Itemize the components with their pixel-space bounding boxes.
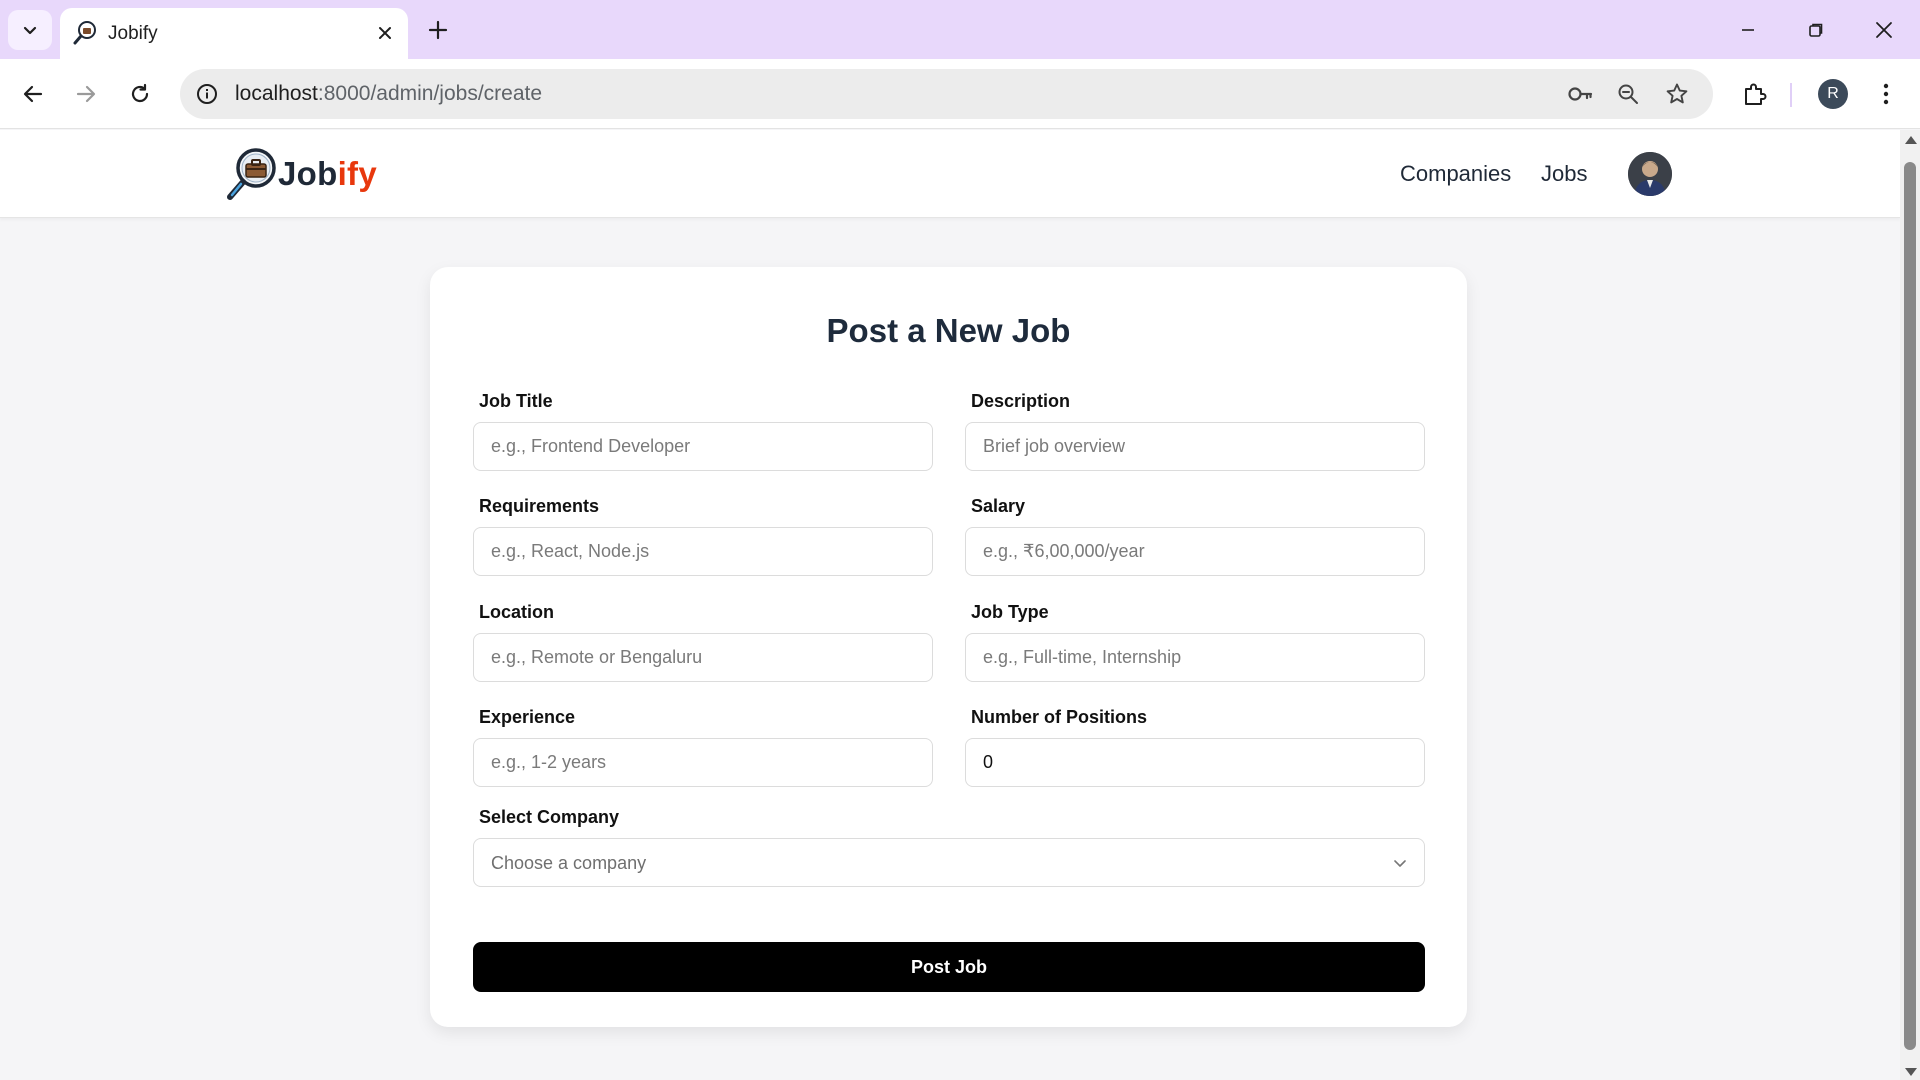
requirements-field: Requirements: [473, 496, 933, 576]
zoom-button[interactable]: [1613, 79, 1643, 109]
requirements-input[interactable]: [473, 527, 933, 576]
user-photo-icon: [1628, 152, 1672, 196]
browser-toolbar: localhost:8000/admin/jobs/create R: [0, 59, 1920, 129]
magnifier-briefcase-icon: [73, 21, 96, 45]
extensions-icon: [1745, 83, 1767, 105]
zoom-icon: [1618, 84, 1638, 104]
bookmark-button[interactable]: [1662, 79, 1692, 109]
tab-title: Jobify: [108, 23, 158, 44]
url-path: :8000/admin/jobs/create: [317, 82, 543, 105]
browser-menu-button[interactable]: [1866, 74, 1906, 114]
window-close-button[interactable]: [1850, 0, 1918, 59]
post-job-card: Post a New Job Job Title Description Req…: [430, 267, 1467, 1027]
restore-icon: [1809, 23, 1823, 37]
company-label: Select Company: [479, 807, 620, 827]
site-info-icon[interactable]: [194, 81, 220, 107]
description-field: Description: [965, 391, 1425, 471]
location-label: Location: [479, 602, 554, 622]
kebab-menu-icon: [1883, 83, 1889, 105]
extensions-button[interactable]: [1735, 74, 1775, 114]
page-scrollbar[interactable]: [1900, 130, 1920, 1080]
magnifier-briefcase-icon: [227, 148, 276, 200]
bookmark-star-icon: [1666, 83, 1688, 104]
logo-text-part1: Job: [278, 155, 338, 192]
close-icon: [379, 27, 391, 39]
salary-input[interactable]: [965, 527, 1425, 576]
browser-tabstrip: Jobify: [0, 0, 1920, 59]
job-type-input[interactable]: [965, 633, 1425, 682]
tab-close-button[interactable]: [372, 20, 398, 46]
site-logo[interactable]: Jobify: [224, 146, 377, 202]
new-tab-button[interactable]: [420, 12, 456, 48]
plus-icon: [428, 20, 448, 40]
window-close-icon: [1876, 21, 1892, 38]
experience-label: Experience: [479, 707, 576, 727]
company-select[interactable]: Choose a company: [473, 838, 1425, 887]
job-title-input[interactable]: [473, 422, 933, 471]
forward-icon: [76, 85, 96, 103]
tab-list-button[interactable]: [8, 10, 52, 50]
address-bar[interactable]: localhost:8000/admin/jobs/create: [180, 69, 1713, 119]
location-field: Location: [473, 602, 933, 682]
experience-field: Experience: [473, 707, 933, 787]
reload-button[interactable]: [120, 74, 160, 114]
nav-link-jobs[interactable]: Jobs: [1541, 161, 1587, 187]
page-title: Post a New Job: [826, 312, 1071, 349]
positions-label: Number of Positions: [971, 707, 1148, 727]
salary-label: Salary: [971, 496, 1026, 516]
site-navbar: Jobify Companies Jobs: [0, 130, 1900, 218]
salary-field: Salary: [965, 496, 1425, 576]
post-job-button[interactable]: Post Job: [473, 942, 1425, 992]
minimize-button[interactable]: [1714, 0, 1782, 59]
page-viewport: Jobify Companies Jobs Post a New Job Job…: [0, 130, 1900, 1080]
password-key-icon: [1568, 87, 1593, 101]
logo-text-part2: ify: [337, 155, 377, 192]
password-key-button[interactable]: [1565, 79, 1595, 109]
user-avatar[interactable]: [1628, 152, 1672, 196]
logo-text: Jobify: [278, 155, 377, 193]
experience-input[interactable]: [473, 738, 933, 787]
positions-field: Number of Positions: [965, 707, 1425, 787]
url-text: localhost:8000/admin/jobs/create: [235, 82, 542, 106]
job-type-field: Job Type: [965, 602, 1425, 682]
url-host: localhost: [235, 82, 318, 105]
description-input[interactable]: [965, 422, 1425, 471]
company-field: Select Company Choose a company: [473, 807, 1425, 887]
back-icon: [23, 85, 43, 103]
reload-icon: [131, 83, 149, 103]
chevron-down-icon: [1394, 860, 1406, 867]
minimize-icon: [1742, 28, 1754, 31]
company-select-value: Choose a company: [491, 853, 647, 873]
toolbar-separator: [1790, 83, 1792, 107]
location-input[interactable]: [473, 633, 933, 682]
requirements-label: Requirements: [479, 496, 600, 516]
browser-tab-active[interactable]: Jobify: [60, 8, 408, 59]
job-type-label: Job Type: [971, 602, 1049, 622]
back-button[interactable]: [13, 74, 53, 114]
scroll-down-arrow-icon[interactable]: [1905, 1068, 1917, 1076]
profile-avatar-button[interactable]: R: [1818, 79, 1848, 109]
chevron-down-icon: [23, 26, 37, 35]
restore-button[interactable]: [1782, 0, 1850, 59]
scroll-up-arrow-icon[interactable]: [1905, 136, 1917, 144]
nav-link-companies[interactable]: Companies: [1400, 161, 1511, 187]
positions-input[interactable]: [965, 738, 1425, 787]
description-label: Description: [971, 391, 1071, 411]
job-title-label: Job Title: [479, 391, 553, 411]
job-title-field: Job Title: [473, 391, 933, 471]
scrollbar-thumb[interactable]: [1904, 162, 1916, 1050]
forward-button[interactable]: [66, 74, 106, 114]
